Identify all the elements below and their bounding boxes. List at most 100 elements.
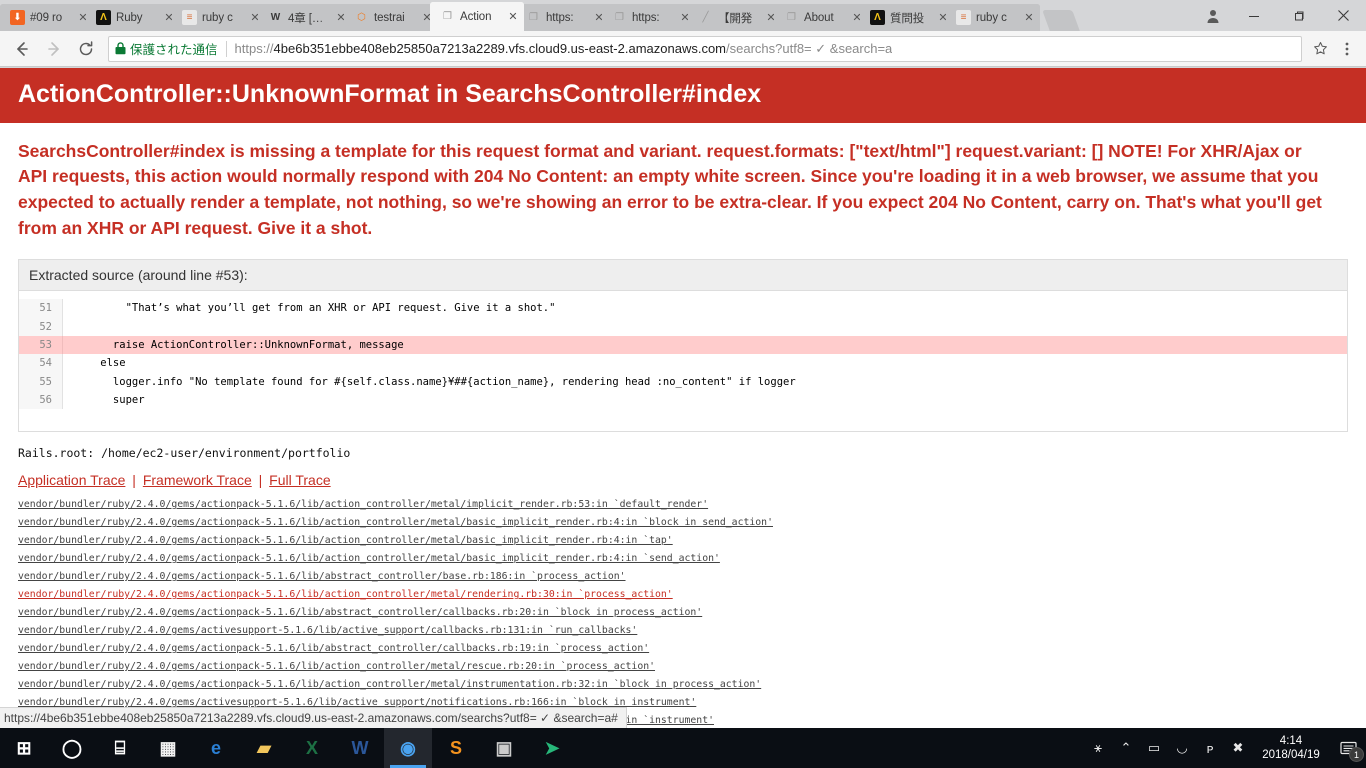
- browser-tab[interactable]: ❐ About ✕: [774, 4, 868, 31]
- source-line-text: else: [75, 357, 126, 370]
- system-tray: ⚹ ⌃ ▭ ◡ ᴘ ✖ 4:14 2018/04/19 1: [1084, 728, 1366, 768]
- browser-tab[interactable]: Λ Ruby ✕: [86, 4, 180, 31]
- extracted-source-code: 51 "That’s what you’ll get from an XHR o…: [19, 291, 1347, 432]
- notification-badge: 1: [1349, 747, 1364, 762]
- browser-tab[interactable]: ⬡ testrai ✕: [344, 4, 438, 31]
- trace-tab-link[interactable]: Full Trace: [269, 472, 330, 488]
- chrome-icon[interactable]: ◉: [384, 728, 432, 768]
- tab-title: About: [804, 11, 834, 24]
- bookmark-star-icon[interactable]: [1306, 35, 1334, 63]
- browser-tab[interactable]: ❐ Action ✕: [430, 2, 524, 31]
- source-line-number: 55: [19, 372, 63, 391]
- extracted-source-box: Extracted source (around line #53): 51 "…: [18, 259, 1348, 433]
- tab-title: 4章 […: [288, 12, 324, 25]
- tab-close-icon[interactable]: ✕: [1022, 11, 1036, 25]
- volume-icon[interactable]: ᴘ: [1196, 728, 1224, 768]
- tab-title: ruby c: [976, 11, 1007, 24]
- task-view-button[interactable]: ⌸: [96, 728, 144, 768]
- backtrace-row[interactable]: vendor/bundler/ruby/2.4.0/gems/actionpac…: [18, 604, 1348, 622]
- trace-tab-link[interactable]: Application Trace: [18, 472, 125, 488]
- sublime-text-icon[interactable]: S: [432, 728, 480, 768]
- omnibox-divider: [225, 40, 227, 57]
- rails-root-path: Rails.root: /home/ec2-user/environment/p…: [18, 446, 351, 461]
- backtrace-row[interactable]: vendor/bundler/ruby/2.4.0/gems/actionpac…: [18, 496, 1348, 514]
- wifi-icon[interactable]: ◡: [1168, 728, 1196, 768]
- browser-tab[interactable]: Λ 質問投 ✕: [860, 4, 954, 31]
- browser-tab[interactable]: ≡ ruby c ✕: [946, 4, 1040, 31]
- source-line: 54 else: [19, 354, 1347, 373]
- browser-tab[interactable]: ≡ ruby c ✕: [172, 4, 266, 31]
- new-tab-button[interactable]: [1042, 10, 1080, 31]
- source-line: 55 logger.info "No template found for #{…: [19, 372, 1347, 391]
- backtrace-row[interactable]: vendor/bundler/ruby/2.4.0/gems/actionpac…: [18, 586, 1348, 604]
- maximize-window-button[interactable]: [1276, 0, 1321, 31]
- tab-title: 【開発: [718, 12, 753, 25]
- browser-tab[interactable]: ╱ 【開発 ✕: [688, 4, 782, 31]
- people-icon[interactable]: ⚹: [1084, 728, 1112, 768]
- word-icon: W: [270, 11, 281, 23]
- edge-browser-icon[interactable]: e: [192, 728, 240, 768]
- backtrace-row[interactable]: vendor/bundler/ruby/2.4.0/gems/actionpac…: [18, 568, 1348, 586]
- page-icon: ❐: [615, 11, 624, 23]
- back-button[interactable]: [6, 34, 38, 64]
- error-status-icon[interactable]: ✖: [1224, 728, 1252, 768]
- source-line-text: logger.info "No template found for #{sel…: [75, 375, 796, 388]
- trace-tab-link[interactable]: Framework Trace: [143, 472, 252, 488]
- browser-tab[interactable]: ⬇ #09 ro ✕: [0, 4, 94, 31]
- telegram-icon[interactable]: ➤: [528, 728, 576, 768]
- command-prompt-icon[interactable]: ▣: [480, 728, 528, 768]
- ruby-lang-icon: Λ: [96, 10, 111, 25]
- tab-title: testrai: [374, 11, 405, 24]
- chrome-menu-icon[interactable]: [1334, 35, 1360, 63]
- source-line: 51 "That’s what you’ll get from an XHR o…: [19, 299, 1347, 318]
- taskbar-clock[interactable]: 4:14 2018/04/19: [1252, 728, 1330, 768]
- page-viewport: ActionController::UnknownFormat in Searc…: [0, 68, 1366, 728]
- page-icon: ❐: [529, 11, 538, 23]
- ruby-lang-icon: Λ: [870, 10, 885, 25]
- forward-button[interactable]: [38, 34, 70, 64]
- source-line-text: super: [75, 393, 145, 406]
- source-line-highlighted: 53 raise ActionController::UnknownFormat…: [19, 335, 1347, 355]
- source-line-text: "That’s what you’ll get from an XHR or A…: [75, 302, 556, 315]
- backtrace-row[interactable]: vendor/bundler/ruby/2.4.0/gems/activesup…: [18, 622, 1348, 640]
- trace-tabs: Application Trace | Framework Trace | Fu…: [0, 462, 1366, 492]
- battery-icon[interactable]: ▭: [1140, 728, 1168, 768]
- close-window-button[interactable]: [1321, 0, 1366, 31]
- file-explorer-icon[interactable]: ▰: [240, 728, 288, 768]
- tab-title: ruby c: [202, 11, 233, 24]
- profile-avatar-icon[interactable]: [1195, 0, 1231, 31]
- address-bar-url: https://4be6b351ebbe408eb25850a7213a2289…: [235, 41, 893, 57]
- tab-title: https:: [632, 11, 660, 24]
- tab-title: 質問投: [890, 12, 925, 25]
- reload-button[interactable]: [70, 34, 102, 64]
- url-path: /searchs?utf8= ✓ &search=a: [726, 40, 893, 56]
- taskbar-app-icons: ⊞ ◯ ⌸ ▦ e ▰ X W ◉ S ▣ ➤: [0, 728, 576, 768]
- browser-tab[interactable]: ❐ https: ✕: [602, 4, 696, 31]
- notification-center-button[interactable]: 1: [1330, 728, 1366, 768]
- cortana-button[interactable]: ◯: [48, 728, 96, 768]
- tab-close-icon[interactable]: ✕: [506, 10, 520, 24]
- clock-time: 4:14: [1279, 735, 1303, 747]
- start-button[interactable]: ⊞: [0, 728, 48, 768]
- window-controls: [1195, 0, 1366, 31]
- backtrace-row[interactable]: vendor/bundler/ruby/2.4.0/gems/actionpac…: [18, 532, 1348, 550]
- status-bar-url: https://4be6b351ebbe408eb25850a7213a2289…: [0, 707, 627, 728]
- backtrace-row[interactable]: vendor/bundler/ruby/2.4.0/gems/actionpac…: [18, 640, 1348, 658]
- source-line-text: raise ActionController::UnknownFormat, m…: [75, 338, 404, 351]
- error-message: SearchsController#index is missing a tem…: [18, 140, 1322, 238]
- page-icon: ❐: [443, 10, 452, 22]
- browser-tab[interactable]: ❐ https: ✕: [516, 4, 610, 31]
- minimize-window-button[interactable]: [1231, 0, 1276, 31]
- backtrace-row[interactable]: vendor/bundler/ruby/2.4.0/gems/actionpac…: [18, 658, 1348, 676]
- excel-icon[interactable]: X: [288, 728, 336, 768]
- backtrace-row[interactable]: vendor/bundler/ruby/2.4.0/gems/actionpac…: [18, 514, 1348, 532]
- browser-tab[interactable]: W 4章 [… ✕: [258, 4, 352, 31]
- show-hidden-icons-chevron[interactable]: ⌃: [1112, 728, 1140, 768]
- backtrace-row[interactable]: vendor/bundler/ruby/2.4.0/gems/actionpac…: [18, 550, 1348, 568]
- stackoverflow-icon: ≡: [182, 10, 197, 25]
- word-icon[interactable]: W: [336, 728, 384, 768]
- trace-tab-separator: |: [128, 472, 140, 489]
- backtrace-row[interactable]: vendor/bundler/ruby/2.4.0/gems/actionpac…: [18, 676, 1348, 694]
- address-bar[interactable]: 保護された通信 https://4be6b351ebbe408eb25850a7…: [108, 35, 1302, 62]
- microsoft-store-icon[interactable]: ▦: [144, 728, 192, 768]
